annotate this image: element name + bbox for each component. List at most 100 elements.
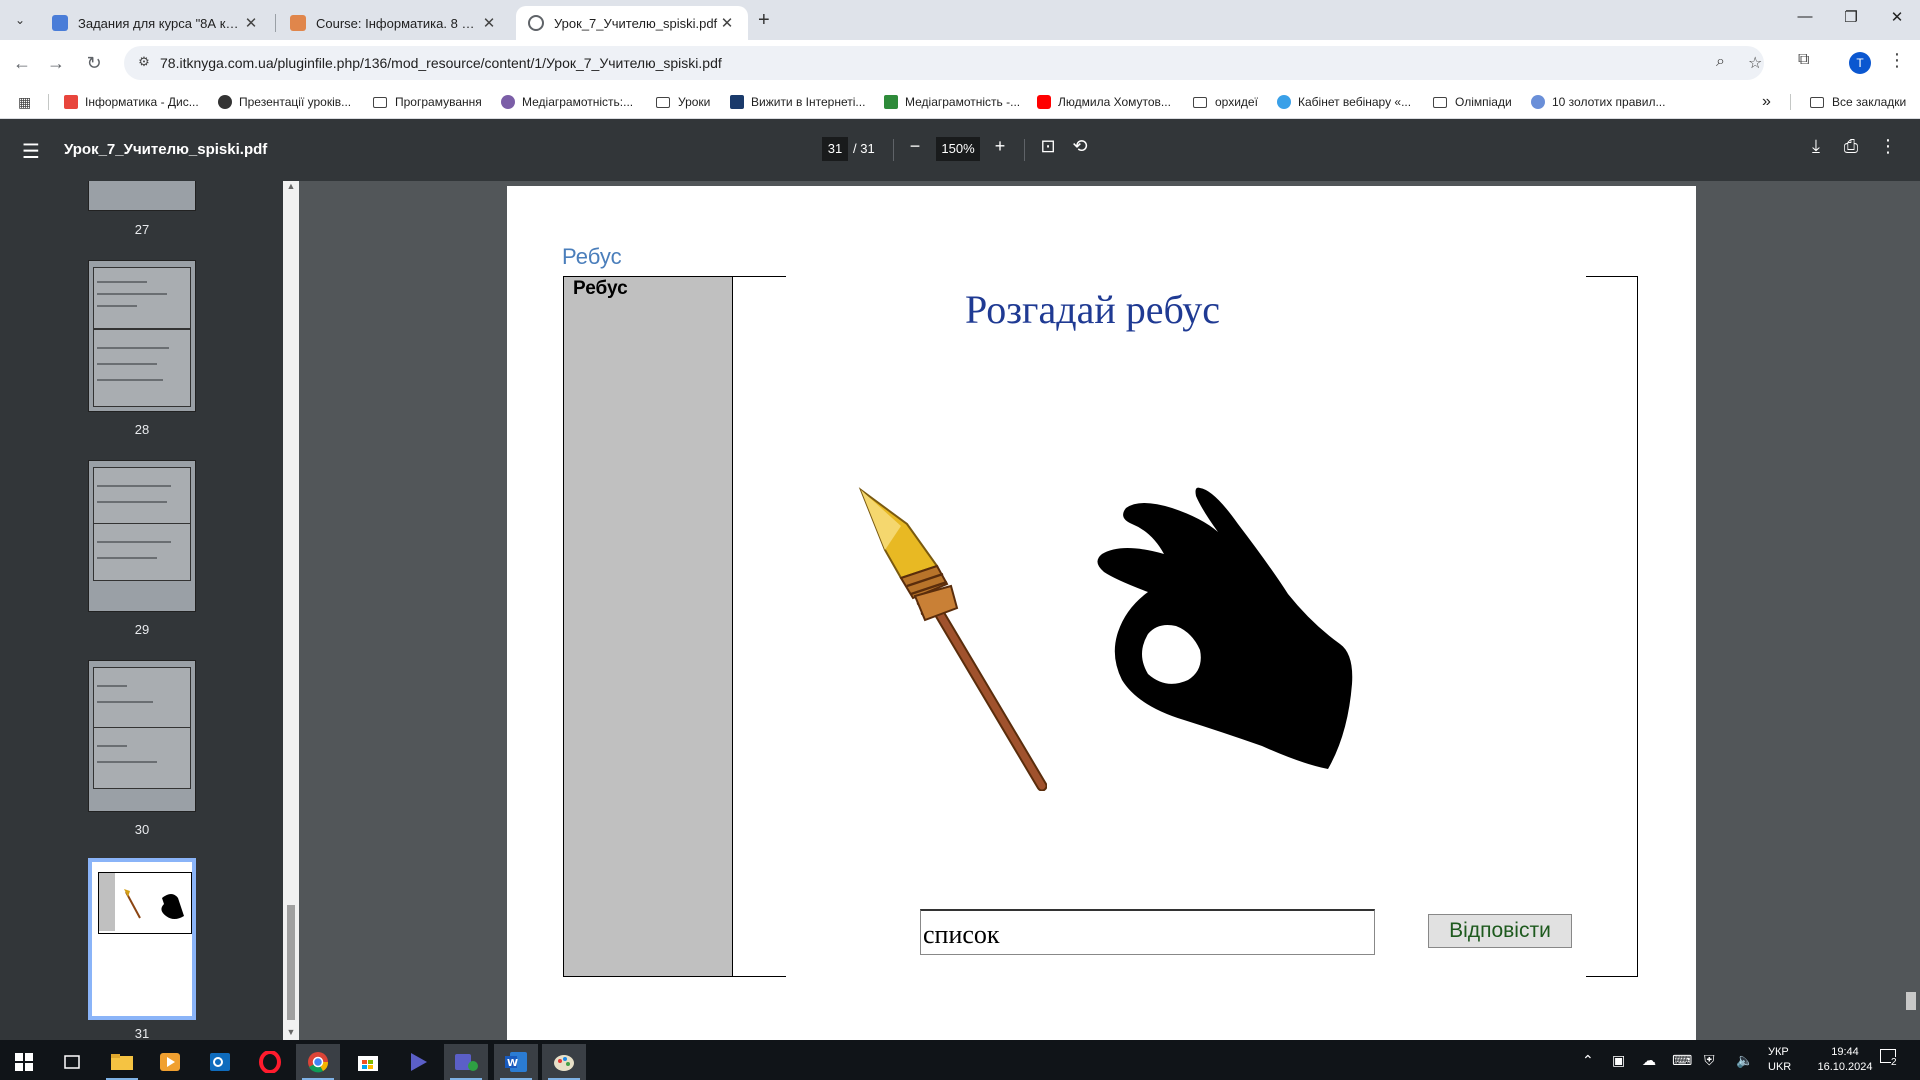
back-icon[interactable]: ← [10,51,34,75]
apps-grid-icon[interactable]: ▦ [18,94,34,110]
answer-button[interactable]: Відповісти [1428,914,1572,948]
bookmark-label: орхидеї [1215,95,1258,109]
bookmark-item[interactable]: Людмила Хомутов... [1037,86,1171,118]
rotate-icon[interactable]: ⟲ [1068,136,1092,157]
tab-zadaniya[interactable]: Задания для курса "8А клас Інф ✕ [40,6,272,40]
download-icon[interactable]: ⤓ [1804,136,1828,157]
network-icon[interactable]: ⌨ [1672,1052,1692,1069]
onedrive-icon[interactable]: ☁ [1642,1052,1656,1069]
zoom-input[interactable]: 150% [936,137,980,161]
thumbnail-page-29[interactable] [88,460,196,612]
bookmark-item[interactable]: Інформатика - Дис... [64,86,199,118]
profile-avatar[interactable]: T [1849,52,1871,74]
zoom-icon[interactable]: ⌕ [1716,53,1725,71]
bookmark-folder[interactable]: Уроки [656,86,710,118]
close-window-icon[interactable]: ✕ [1882,8,1912,26]
toolbar-separator [1024,139,1025,161]
new-tab-button[interactable]: + [758,9,770,32]
bookmark-label: Уроки [678,95,711,109]
thumbnail-rebus-icon [124,889,184,919]
answer-value[interactable]: список [923,920,1000,950]
chrome-icon[interactable] [296,1044,340,1080]
pdf-more-icon[interactable]: ⋮ [1876,136,1900,157]
language-indicator[interactable]: УКР UKR [1768,1045,1791,1075]
paint-icon[interactable] [542,1044,586,1080]
thumbnail-label: 31 [134,1026,150,1040]
media-player-icon[interactable] [148,1044,192,1080]
bookmark-item[interactable]: Презентації уроків... [218,86,351,118]
bookmark-favicon-icon [730,95,744,109]
pdf-filename: Урок_7_Учителю_spiski.pdf [64,141,268,158]
clock[interactable]: 19:44 16.10.2024 [1800,1045,1890,1075]
print-icon[interactable]: ⎙ [1839,136,1863,157]
tab-search-chevron-icon[interactable]: ⌄ [8,8,32,32]
bookmark-item[interactable]: Кабінет вебінару «... [1277,86,1411,118]
task-view-icon[interactable] [50,1044,94,1080]
bookmark-item[interactable]: 10 золотих правил... [1531,86,1665,118]
bookmarks-bar: ▦ Інформатика - Дис... Презентації урокі… [0,86,1920,119]
bookmark-item[interactable]: Медіаграмотність:... [501,86,633,118]
tray-overflow-icon[interactable]: ⌃ [1582,1052,1594,1069]
bookmark-separator [48,94,49,110]
sidebar-scroll-thumb[interactable] [287,905,295,1020]
outlook-icon[interactable] [198,1044,242,1080]
sidebar-toggle-icon[interactable]: ☰ [22,139,40,164]
thumbnail-label: 27 [134,222,150,237]
thumbnail-sidebar: 27 28 29 30 31 [0,181,283,1040]
page-number-input[interactable]: 31 [822,137,848,161]
close-tab-icon[interactable]: ✕ [242,14,260,32]
address-bar[interactable]: ⚙ 78.itknyga.com.ua/pluginfile.php/136/m… [124,46,1764,80]
word-icon[interactable]: W [494,1044,538,1080]
url-text[interactable]: 78.itknyga.com.ua/pluginfile.php/136/mod… [160,55,722,71]
answer-input[interactable]: список [920,909,1375,955]
thumbnail-page-28[interactable] [88,260,196,412]
slide-left-column [564,277,733,976]
bookmark-item[interactable]: Медіаграмотність -... [884,86,1020,118]
tab-course[interactable]: Course: Інформатика. 8 клас ✕ [278,6,510,40]
bookmark-folder[interactable]: Програмування [373,86,482,118]
fit-page-icon[interactable]: ⊡ [1036,136,1060,157]
more-bookmarks-icon[interactable]: » [1762,86,1771,118]
site-info-icon[interactable]: ⚙ [136,54,152,70]
close-tab-icon[interactable]: ✕ [480,14,498,32]
reload-icon[interactable]: ↻ [82,51,106,75]
bookmark-item[interactable]: Вижити в Інтернеті... [730,86,865,118]
scroll-up-icon[interactable]: ▲ [284,181,298,191]
tab-globe-icon [528,15,544,31]
thumbnail-page-30[interactable] [88,660,196,812]
thumbnail-page-27[interactable] [88,181,196,211]
teams-icon[interactable] [444,1044,488,1080]
opera-icon[interactable] [248,1044,292,1080]
browser-menu-icon[interactable]: ⋮ [1888,50,1906,71]
zoom-in-icon[interactable]: + [988,136,1012,157]
volume-icon[interactable]: 🔈 [1736,1052,1753,1069]
store-icon[interactable] [346,1044,390,1080]
security-icon[interactable]: ⛨ [1704,1052,1715,1069]
minimize-icon[interactable]: — [1790,8,1820,25]
folder-icon [373,96,387,108]
browser-toolbar: ← → ↻ ⚙ 78.itknyga.com.ua/pluginfile.php… [0,40,1920,86]
forward-icon[interactable]: → [44,51,68,75]
bookmark-folder[interactable]: орхидеї [1193,86,1258,118]
thumbnail-page-31-active[interactable] [88,858,196,1020]
extensions-icon[interactable]: ⧉ [1798,51,1809,69]
meet-now-icon[interactable]: ▣ [1612,1052,1625,1069]
scroll-down-icon[interactable]: ▼ [284,1027,298,1037]
clipchamp-icon[interactable] [396,1044,440,1080]
tab-favicon-icon [52,15,68,31]
zoom-out-icon[interactable]: − [903,136,927,157]
all-bookmarks-button[interactable]: Все закладки [1810,86,1906,118]
notifications-icon[interactable]: 2 [1880,1049,1906,1071]
rebus-title: Розгадай ребус [965,287,1221,332]
bookmark-star-icon[interactable]: ☆ [1748,53,1762,73]
close-tab-icon[interactable]: ✕ [718,14,736,32]
windows-start-icon[interactable] [2,1044,46,1080]
tab-pdf-active[interactable]: Урок_7_Учителю_spiski.pdf ✕ [516,6,748,40]
document-scrollbar[interactable] [1903,181,1920,1040]
restore-icon[interactable]: ❐ [1836,8,1866,26]
toolbar-separator [893,139,894,161]
bookmark-folder[interactable]: Олімпіади [1433,86,1512,118]
bookmark-favicon-icon [64,95,78,109]
file-explorer-icon[interactable] [100,1044,144,1080]
document-scroll-thumb[interactable] [1906,992,1916,1010]
